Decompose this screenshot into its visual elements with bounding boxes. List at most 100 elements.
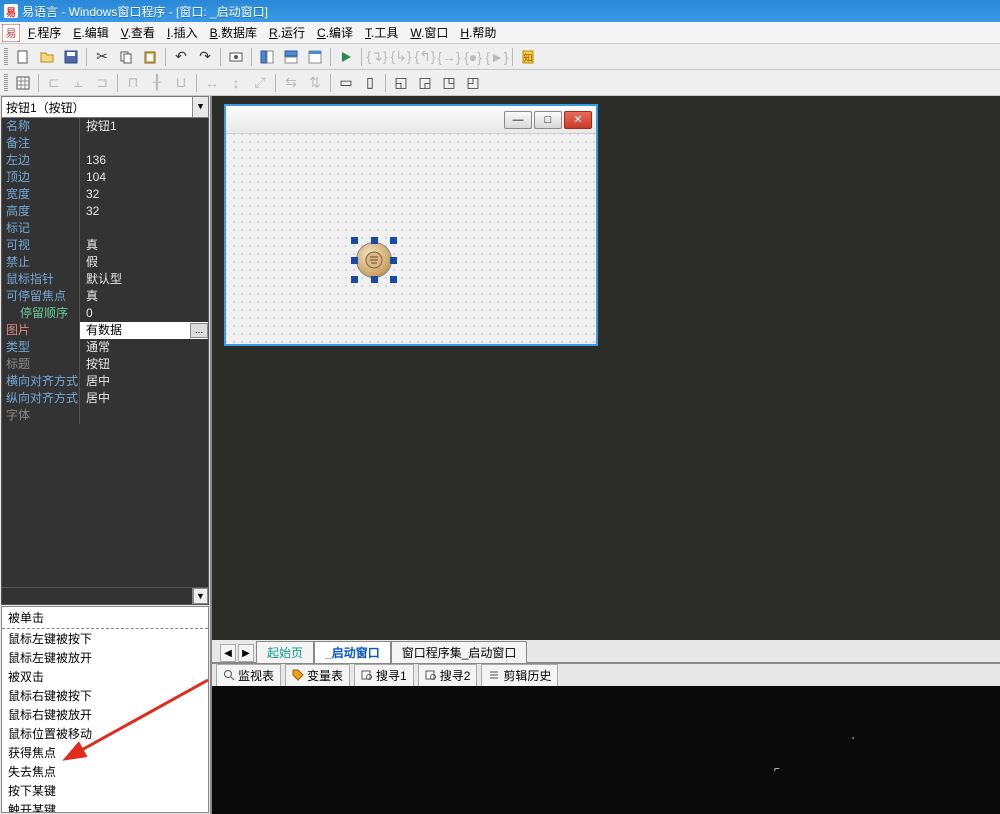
tab-startup-window[interactable]: _启动窗口 bbox=[314, 641, 391, 663]
dock-tab-cliphistory[interactable]: 剪辑历史 bbox=[481, 664, 558, 687]
copy-button[interactable] bbox=[115, 46, 137, 68]
property-value[interactable]: 0 bbox=[80, 305, 208, 322]
align-top-button[interactable]: ⊓ bbox=[122, 72, 144, 94]
property-row[interactable]: 顶边104 bbox=[2, 169, 208, 186]
lock-button[interactable]: ◳ bbox=[438, 72, 460, 94]
tab-nav-right-icon[interactable]: ▶ bbox=[238, 644, 254, 662]
property-value[interactable]: 真 bbox=[80, 288, 208, 305]
property-value[interactable]: 136 bbox=[80, 152, 208, 169]
cut-button[interactable]: ✂ bbox=[91, 46, 113, 68]
align-left-button[interactable]: ⊏ bbox=[43, 72, 65, 94]
space-h-button[interactable]: ⇆ bbox=[280, 72, 302, 94]
event-list-header[interactable]: 被单击 bbox=[2, 607, 208, 629]
property-row[interactable]: 标题按钮 bbox=[2, 356, 208, 373]
property-value[interactable]: 按钮 bbox=[80, 356, 208, 373]
menu-help[interactable]: H.帮助 bbox=[454, 22, 502, 43]
property-row[interactable]: 鼠标指针默认型 bbox=[2, 271, 208, 288]
save-button[interactable] bbox=[60, 46, 82, 68]
knowledge-button[interactable]: 知 bbox=[517, 46, 539, 68]
component-selector-input[interactable] bbox=[2, 97, 192, 117]
property-row[interactable]: 字体 bbox=[2, 407, 208, 424]
event-item[interactable]: 按下某键 bbox=[2, 781, 208, 800]
bring-front-button[interactable]: ◱ bbox=[390, 72, 412, 94]
component-selector[interactable]: ▼ bbox=[1, 96, 209, 118]
property-row[interactable]: 停留顺序0 bbox=[2, 305, 208, 322]
resize-handle[interactable] bbox=[371, 237, 378, 244]
align-middle-button[interactable]: ╂ bbox=[146, 72, 168, 94]
same-width-button[interactable]: ↔ bbox=[201, 72, 223, 94]
property-value[interactable]: 居中 bbox=[80, 390, 208, 407]
dock-tab-find2[interactable]: 搜寻2 bbox=[418, 664, 478, 687]
undo-button[interactable]: ↶ bbox=[170, 46, 192, 68]
layout-b-button[interactable] bbox=[280, 46, 302, 68]
align-right-button[interactable]: ⊐ bbox=[91, 72, 113, 94]
step-run-button[interactable]: {→} bbox=[438, 46, 460, 68]
property-row[interactable]: 横向对齐方式居中 bbox=[2, 373, 208, 390]
align-bottom-button[interactable]: ⊔ bbox=[170, 72, 192, 94]
property-row[interactable]: 图片有数据... bbox=[2, 322, 208, 339]
event-item[interactable]: 鼠标左键被放开 bbox=[2, 648, 208, 667]
toolbar-grip-icon[interactable] bbox=[4, 48, 8, 66]
continue-button[interactable]: {►} bbox=[486, 46, 508, 68]
step-over-button[interactable]: {↴} bbox=[366, 46, 388, 68]
menu-tools[interactable]: T.工具 bbox=[359, 22, 404, 43]
event-item[interactable]: 鼠标位置被移动 bbox=[2, 724, 208, 743]
property-value[interactable]: 按钮1 bbox=[80, 118, 208, 135]
dock-tab-find1[interactable]: 搜寻1 bbox=[354, 664, 414, 687]
dock-tab-vars[interactable]: 变量表 bbox=[285, 664, 350, 687]
run-button[interactable] bbox=[335, 46, 357, 68]
same-size-button[interactable]: ⤢ bbox=[249, 72, 271, 94]
property-row[interactable]: 备注 bbox=[2, 135, 208, 152]
form-client-area[interactable] bbox=[226, 134, 596, 344]
tab-nav-left-icon[interactable]: ◀ bbox=[220, 644, 236, 662]
menu-compile[interactable]: C.编译 bbox=[311, 22, 359, 43]
menu-database[interactable]: B.数据库 bbox=[204, 22, 263, 43]
property-row[interactable]: 可视真 bbox=[2, 237, 208, 254]
resize-handle[interactable] bbox=[351, 257, 358, 264]
resize-handle[interactable] bbox=[390, 237, 397, 244]
property-value[interactable]: 有数据... bbox=[80, 322, 208, 339]
property-row[interactable]: 高度32 bbox=[2, 203, 208, 220]
property-value[interactable]: 居中 bbox=[80, 373, 208, 390]
center-v-button[interactable]: ▯ bbox=[359, 72, 381, 94]
toolbar-grip-icon[interactable] bbox=[4, 74, 8, 92]
center-h-button[interactable]: ▭ bbox=[335, 72, 357, 94]
design-form-window[interactable]: — □ ✕ bbox=[224, 104, 598, 346]
property-value[interactable] bbox=[80, 135, 208, 152]
minimize-button[interactable]: — bbox=[504, 111, 532, 129]
breakpoint-button[interactable]: {●} bbox=[462, 46, 484, 68]
paste-button[interactable] bbox=[139, 46, 161, 68]
resize-handle[interactable] bbox=[351, 237, 358, 244]
property-value[interactable]: 32 bbox=[80, 186, 208, 203]
property-row[interactable]: 左边136 bbox=[2, 152, 208, 169]
grid-toggle-button[interactable] bbox=[12, 72, 34, 94]
redo-button[interactable]: ↷ bbox=[194, 46, 216, 68]
property-row[interactable]: 禁止假 bbox=[2, 254, 208, 271]
tab-code-module[interactable]: 窗口程序集_启动窗口 bbox=[391, 641, 528, 663]
property-value[interactable] bbox=[80, 407, 208, 424]
maximize-button[interactable]: □ bbox=[534, 111, 562, 129]
property-value[interactable]: 通常 bbox=[80, 339, 208, 356]
ellipsis-button[interactable]: ... bbox=[190, 323, 208, 338]
close-button[interactable]: ✕ bbox=[564, 111, 592, 129]
event-item[interactable]: 鼠标右键被按下 bbox=[2, 686, 208, 705]
property-row[interactable]: 类型通常 bbox=[2, 339, 208, 356]
resize-handle[interactable] bbox=[351, 276, 358, 283]
property-value[interactable] bbox=[80, 220, 208, 237]
new-file-button[interactable] bbox=[12, 46, 34, 68]
menu-edit[interactable]: E.编辑 bbox=[67, 22, 114, 43]
send-back-button[interactable]: ◲ bbox=[414, 72, 436, 94]
resize-handle[interactable] bbox=[390, 257, 397, 264]
align-center-h-button[interactable]: ⫠ bbox=[67, 72, 89, 94]
property-row[interactable]: 纵向对齐方式居中 bbox=[2, 390, 208, 407]
menu-program[interactable]: F.程序 bbox=[22, 22, 67, 43]
space-v-button[interactable]: ⇅ bbox=[304, 72, 326, 94]
tab-order-button[interactable]: ◰ bbox=[462, 72, 484, 94]
property-value[interactable]: 默认型 bbox=[80, 271, 208, 288]
tab-start-page[interactable]: 起始页 bbox=[256, 641, 314, 663]
property-value[interactable]: 32 bbox=[80, 203, 208, 220]
same-height-button[interactable]: ↕ bbox=[225, 72, 247, 94]
layout-a-button[interactable] bbox=[256, 46, 278, 68]
property-row[interactable]: 标记 bbox=[2, 220, 208, 237]
dock-body[interactable]: ʻ ⌐ bbox=[212, 686, 1000, 814]
